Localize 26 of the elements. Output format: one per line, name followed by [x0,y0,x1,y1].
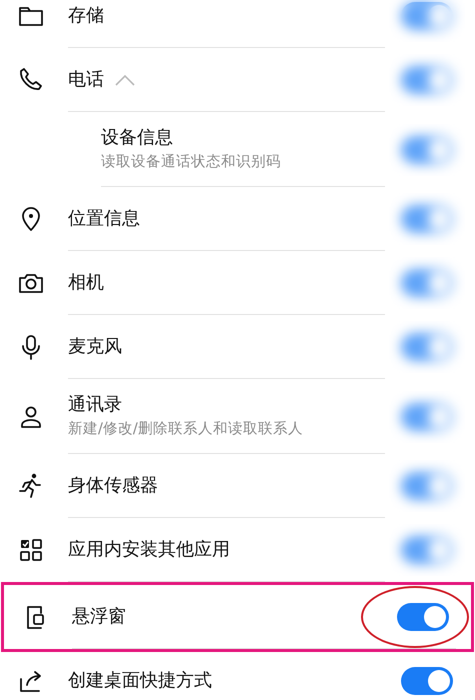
toggle-switch[interactable] [397,603,449,631]
permission-description: 新建/修改/删除联系人和读取联系人 [68,420,304,439]
toggle-switch[interactable] [401,269,453,297]
permission-title: 麦克风 [68,336,122,357]
toggle-switch[interactable] [401,205,453,233]
permission-description: 读取设备通话状态和识别码 [101,152,282,172]
permission-title: 身体传感器 [68,474,158,496]
toggle-switch[interactable] [401,667,453,695]
permission-title: 创建桌面快捷方式 [68,670,212,692]
permission-title: 相机 [68,272,104,293]
permission-title: 设备信息 [101,127,173,148]
grid-icon [17,536,45,564]
toggle-switch[interactable] [401,402,453,430]
toggle-switch[interactable] [401,472,453,500]
permission-title: 应用内安装其他应用 [68,538,230,560]
toggle-switch[interactable] [401,136,453,164]
permission-title: 通讯录 [68,394,122,416]
permission-title: 悬浮窗 [72,606,126,627]
permission-title: 存储 [68,4,104,26]
toggle-switch[interactable] [401,333,453,361]
toggle-switch[interactable] [401,536,453,564]
permission-title: 位置信息 [68,208,140,229]
toggle-switch[interactable] [401,66,453,94]
chevron-icon[interactable] [114,72,136,87]
toggle-switch[interactable] [401,2,453,30]
permission-title: 电话 [68,68,104,90]
